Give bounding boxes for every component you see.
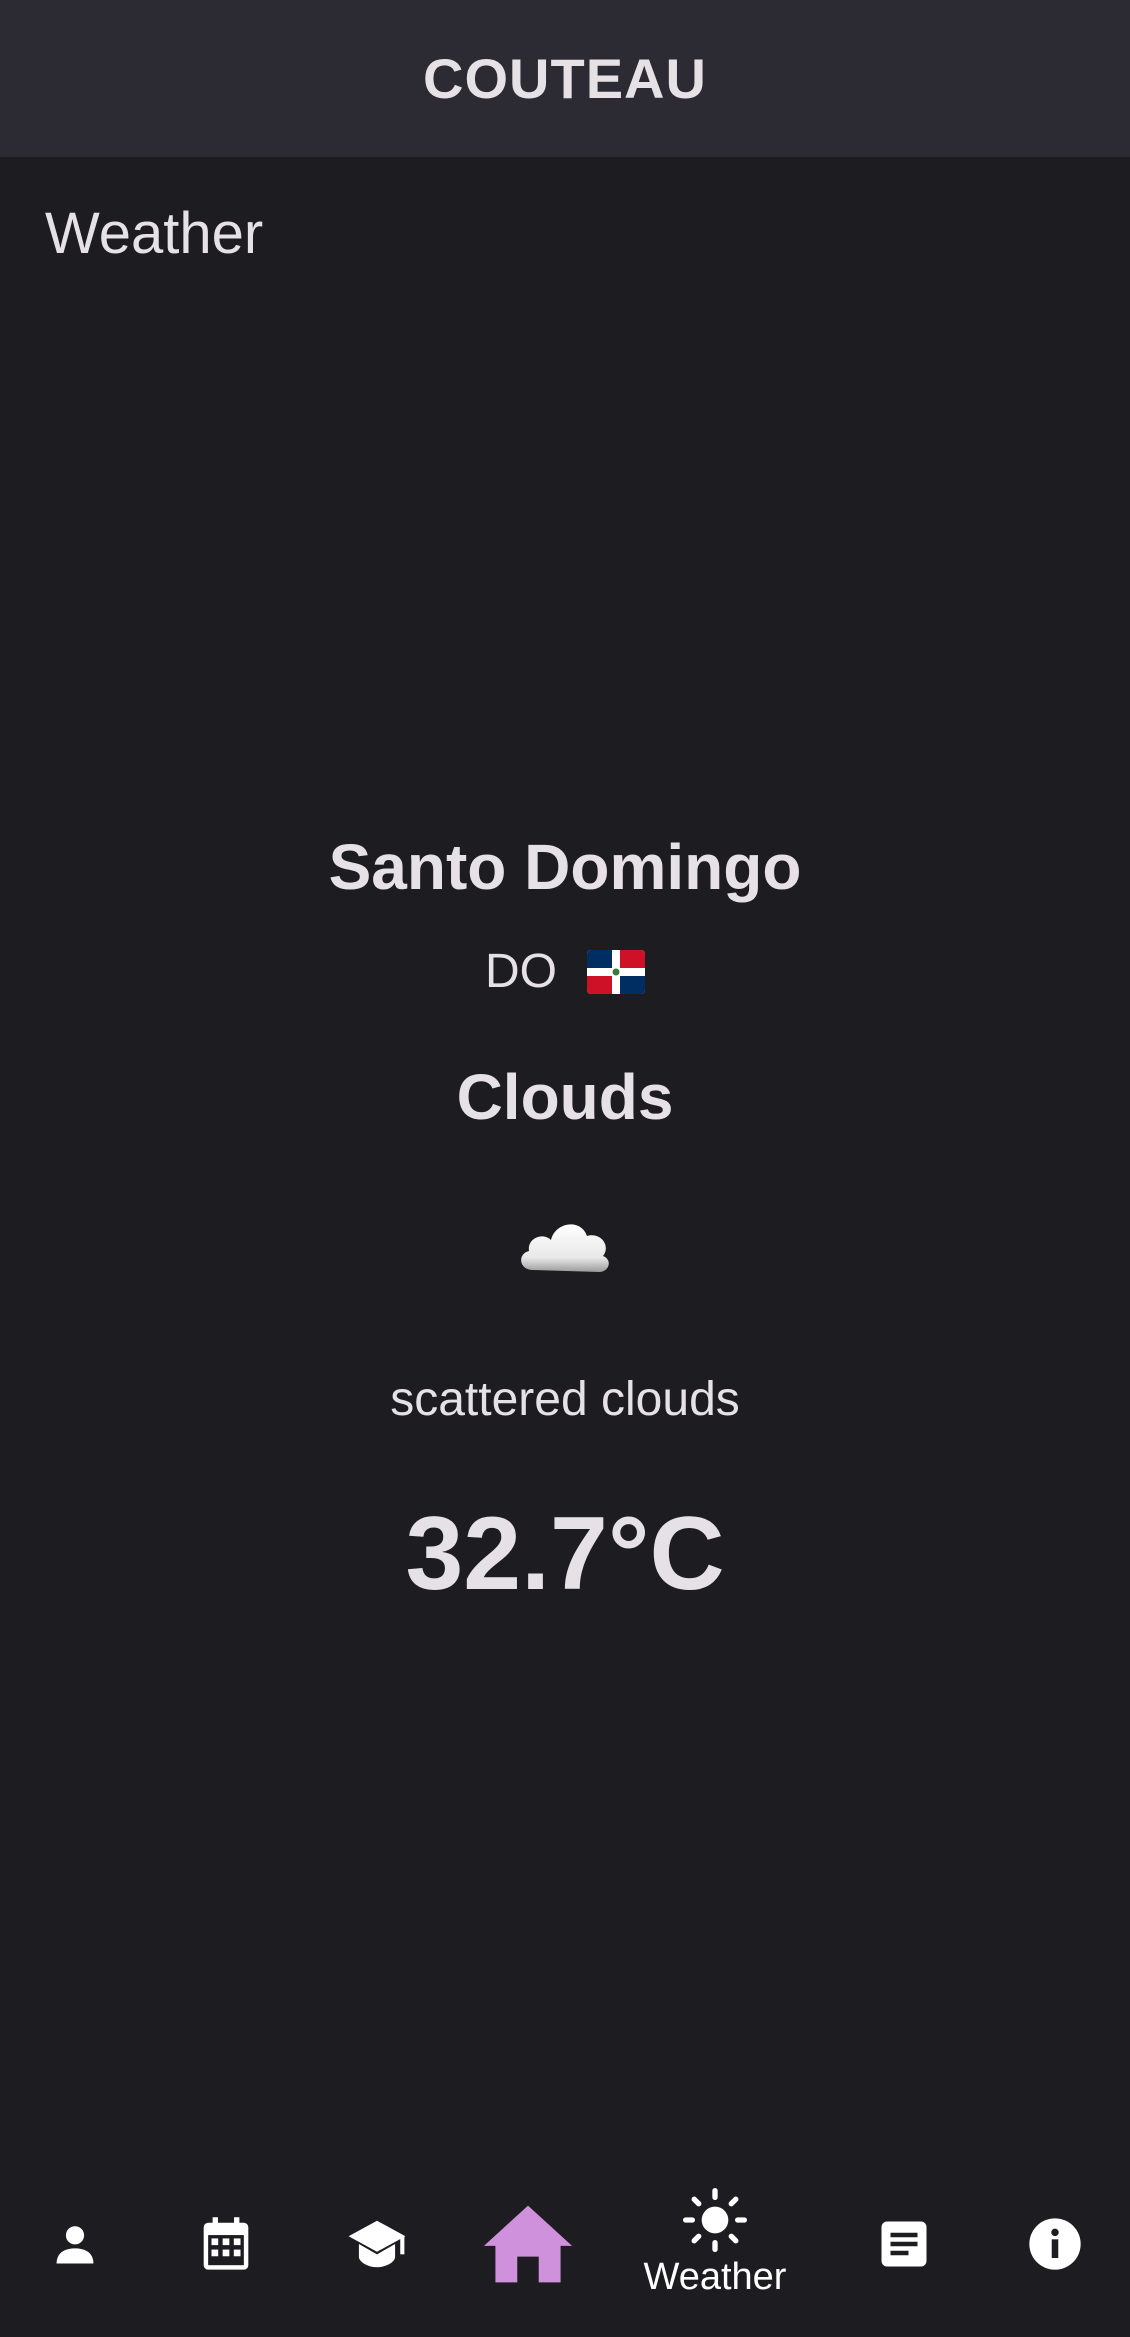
- cloud-icon: [0, 1208, 1130, 1278]
- weather-description: scattered clouds: [390, 1373, 740, 1426]
- city-name: Santo Domingo: [328, 831, 802, 903]
- calendar-icon: [203, 2216, 249, 2270]
- sun-icon: [683, 2188, 747, 2252]
- person-icon: [56, 2225, 94, 2263]
- nav-item-home[interactable]: [478, 2150, 578, 2337]
- nav-item-education[interactable]: [337, 2150, 417, 2337]
- nav-item-info[interactable]: [1015, 2150, 1095, 2337]
- article-icon: [881, 2221, 927, 2266]
- nav-item-profile[interactable]: [35, 2150, 115, 2337]
- country-row: DO: [0, 944, 1130, 999]
- app-title: COUTEAU: [423, 47, 707, 110]
- app-root: COUTEAU Weather Santo Domingo DO Clouds: [0, 0, 1130, 2337]
- weather-condition: Clouds: [456, 1061, 674, 1133]
- home-icon: [483, 2205, 573, 2282]
- graduation-cap-icon: [348, 2220, 406, 2267]
- app-bar: COUTEAU: [0, 0, 1130, 157]
- nav-item-weather[interactable]: Weather: [615, 2150, 815, 2337]
- nav-label-weather: Weather: [643, 2256, 787, 2298]
- temperature: 32.7°C: [405, 1496, 725, 1612]
- dominican-republic-flag-icon: [587, 949, 645, 994]
- bottom-navigation: Weather: [0, 2150, 1130, 2337]
- info-icon: [1029, 2217, 1081, 2270]
- country-code: DO: [485, 945, 557, 998]
- nav-item-articles[interactable]: [864, 2150, 944, 2337]
- nav-item-calendar[interactable]: [186, 2150, 266, 2337]
- page-title: Weather: [45, 201, 264, 266]
